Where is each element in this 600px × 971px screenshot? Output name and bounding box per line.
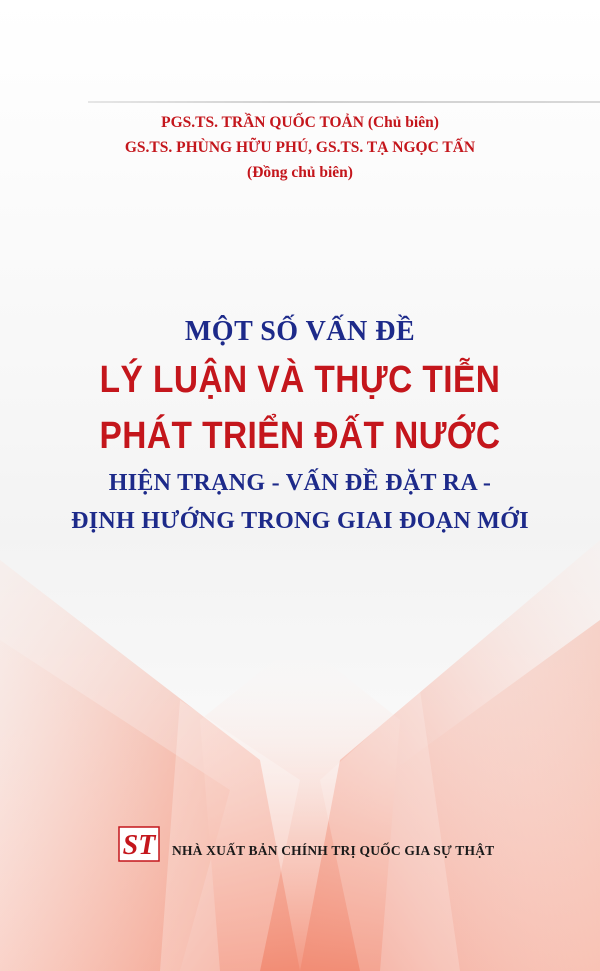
author-line-2: GS.TS. PHÙNG HỮU PHÚ, GS.TS. TẠ NGỌC TẤN <box>124 139 476 156</box>
subtitle-line-1: HIỆN TRẠNG - VẤN ĐỀ ĐẶT RA - <box>108 470 492 496</box>
publisher-logo-text: ST <box>123 830 158 861</box>
authors-block: PGS.TS. TRẦN QUỐC TOẢN (Chủ biên) GS.TS.… <box>0 110 600 185</box>
publisher-name: NHÀ XUẤT BẢN CHÍNH TRỊ QUỐC GIA SỰ THẬT <box>172 843 495 858</box>
title-block: MỘT SỐ VẤN ĐỀ LÝ LUẬN VÀ THỰC TIỄN PHÁT … <box>0 312 600 540</box>
title-main-line-2: PHÁT TRIỂN ĐẤT NƯỚC <box>99 415 501 457</box>
title-top-line: MỘT SỐ VẤN ĐỀ <box>184 316 416 347</box>
subtitle-line-2: ĐỊNH HƯỚNG TRONG GIAI ĐOẠN MỚI <box>71 508 529 534</box>
author-line-1: PGS.TS. TRẦN QUỐC TOẢN (Chủ biên) <box>161 114 439 131</box>
top-divider <box>88 101 600 103</box>
publisher-logo: ST <box>118 826 160 862</box>
book-cover: PGS.TS. TRẦN QUỐC TOẢN (Chủ biên) GS.TS.… <box>0 0 600 971</box>
title-main-line-1: LÝ LUẬN VÀ THỰC TIỄN <box>99 359 501 401</box>
author-line-3: (Đồng chủ biên) <box>247 164 353 181</box>
publisher-block: ST NHÀ XUẤT BẢN CHÍNH TRỊ QUỐC GIA SỰ TH… <box>118 826 494 862</box>
